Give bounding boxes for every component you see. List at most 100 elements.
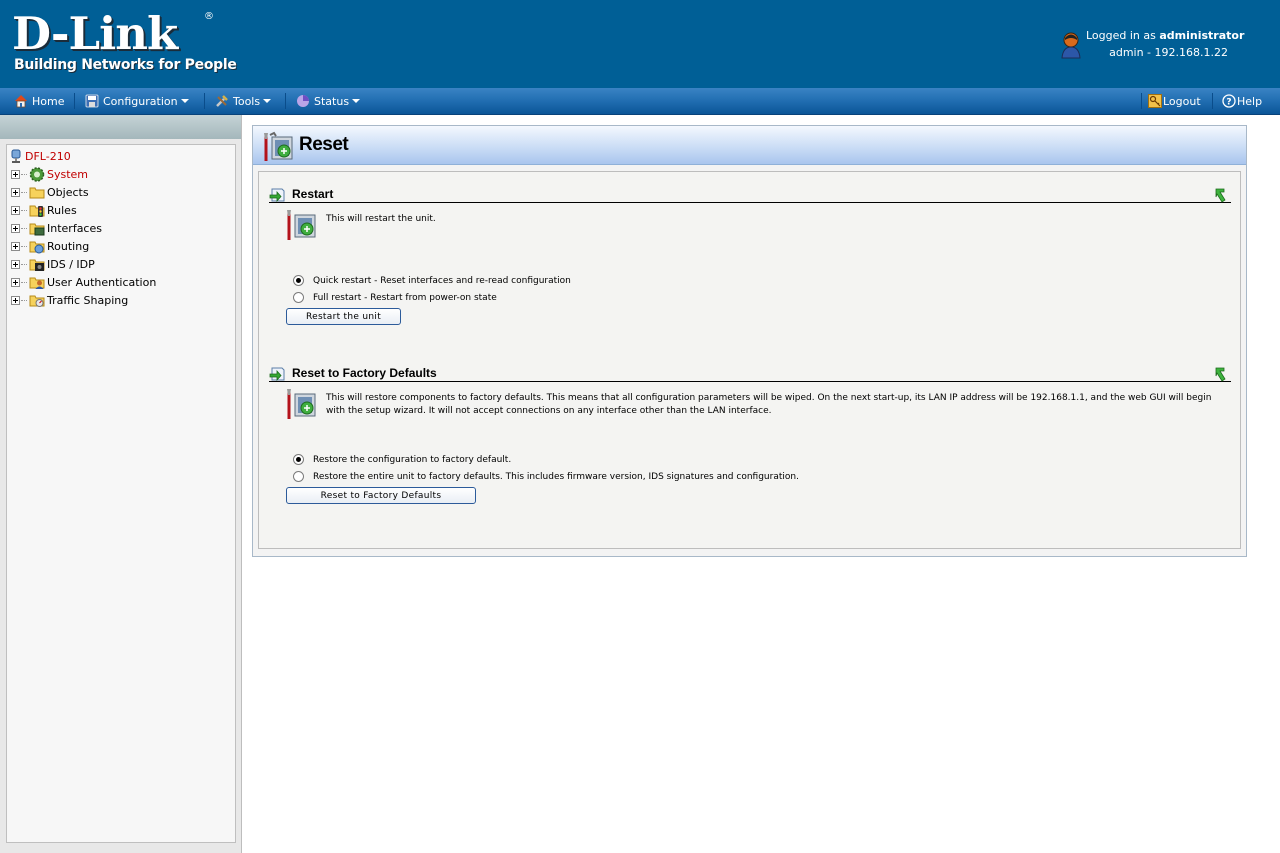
logo-tagline: Building Networks for People xyxy=(14,57,237,73)
tree-item-traffic-shaping[interactable]: Traffic Shaping xyxy=(7,291,235,309)
tree-item-label: IDS / IDP xyxy=(47,257,95,271)
menu-configuration[interactable]: Configuration xyxy=(85,88,189,114)
restore-config-option[interactable]: Restore the configuration to factory def… xyxy=(293,454,511,465)
page-title: Reset xyxy=(299,134,349,155)
registered-mark: ® xyxy=(204,11,214,22)
menu-tools-label: Tools xyxy=(233,94,261,108)
logo-brand: D-Link xyxy=(12,7,178,60)
panel-title-bar: Reset xyxy=(253,126,1246,165)
menu-configuration-label: Configuration xyxy=(103,94,178,108)
tree-item-label: Routing xyxy=(47,239,90,253)
expand-icon[interactable] xyxy=(11,205,20,215)
navigation-tree[interactable]: DFL-210 System Objects Rules Interfaces … xyxy=(6,144,236,843)
gear-icon xyxy=(29,166,45,182)
left-navigation-pane: DFL-210 System Objects Rules Interfaces … xyxy=(0,115,242,853)
login-prefix: Logged in as xyxy=(1086,29,1156,42)
menu-logout[interactable]: Logout xyxy=(1148,88,1201,114)
factory-description: This will restore components to factory … xyxy=(326,393,1212,416)
reset-factory-defaults-button[interactable]: Reset to Factory Defaults xyxy=(286,487,476,504)
device-icon xyxy=(11,149,21,163)
menu-separator xyxy=(285,93,286,109)
factory-heading: Reset to Factory Defaults xyxy=(292,366,437,380)
full-restart-option[interactable]: Full restart - Restart from power-on sta… xyxy=(293,292,497,303)
back-to-top-icon[interactable] xyxy=(1213,366,1227,382)
home-icon xyxy=(15,95,27,108)
tree-item-user-authentication[interactable]: User Authentication xyxy=(7,273,235,291)
header-bar: D-Link ® Building Networks for People Lo… xyxy=(0,0,1280,88)
login-info: Logged in as administrator admin - 192.1… xyxy=(1086,29,1244,59)
traffic-shaping-folder-icon xyxy=(29,295,45,307)
user-auth-folder-icon xyxy=(29,277,45,289)
expand-icon[interactable] xyxy=(11,223,20,233)
expand-icon[interactable] xyxy=(11,277,20,287)
quick-restart-label: Quick restart - Reset interfaces and re-… xyxy=(313,275,571,286)
restore-config-label: Restore the configuration to factory def… xyxy=(313,454,512,465)
restart-heading: Restart xyxy=(292,187,334,201)
reset-panel: Reset Restart This will restart the unit… xyxy=(252,125,1247,557)
svg-text:?: ? xyxy=(1226,98,1231,108)
tree-item-label: Traffic Shaping xyxy=(47,293,129,307)
status-pie-icon xyxy=(297,95,309,107)
save-disk-icon xyxy=(85,94,99,108)
expand-icon[interactable] xyxy=(11,169,20,179)
menu-status[interactable]: Status xyxy=(296,88,361,114)
navigation-pane-header xyxy=(0,115,241,139)
tree-item-interfaces[interactable]: Interfaces xyxy=(7,219,235,237)
quick-restart-radio[interactable] xyxy=(293,275,304,286)
tree-item-routing[interactable]: Routing xyxy=(7,237,235,255)
tree-item-label: Interfaces xyxy=(47,221,102,235)
restore-unit-radio[interactable] xyxy=(293,471,304,482)
expand-icon[interactable] xyxy=(11,259,20,269)
menu-separator xyxy=(1141,93,1142,109)
restart-tools-icon xyxy=(287,210,316,240)
restart-unit-button[interactable]: Restart the unit xyxy=(286,308,401,325)
ids-folder-icon xyxy=(29,259,45,271)
tree-item-system[interactable]: System xyxy=(7,165,235,183)
quick-restart-option[interactable]: Quick restart - Reset interfaces and re-… xyxy=(293,275,571,286)
full-restart-label: Full restart - Restart from power-on sta… xyxy=(313,292,497,303)
chevron-down-icon xyxy=(180,99,189,103)
menu-separator xyxy=(204,93,205,109)
tree-item-ids-idp[interactable]: IDS / IDP xyxy=(7,255,235,273)
help-icon: ? xyxy=(1222,94,1236,108)
menu-help-label: Help xyxy=(1237,94,1263,108)
factory-section-header: Reset to Factory Defaults xyxy=(269,360,1231,382)
menu-logout-label: Logout xyxy=(1163,94,1201,108)
user-icon xyxy=(1061,32,1081,59)
tree-root-device[interactable]: DFL-210 xyxy=(7,147,235,165)
panel-content: Restart This will restart the unit. Quic… xyxy=(258,171,1241,549)
expand-icon[interactable] xyxy=(11,187,20,197)
full-restart-radio[interactable] xyxy=(293,292,304,303)
chevron-down-icon xyxy=(263,99,272,103)
menu-home-label: Home xyxy=(32,94,65,108)
folder-icon xyxy=(29,187,45,198)
tools-icon xyxy=(216,95,228,107)
menu-separator xyxy=(74,93,75,109)
interfaces-folder-icon xyxy=(29,223,45,235)
rules-folder-icon xyxy=(29,205,45,217)
session-info: admin - 192.168.1.22 xyxy=(1109,46,1228,59)
routing-folder-icon xyxy=(29,241,45,253)
tree-item-objects[interactable]: Objects xyxy=(7,183,235,201)
factory-tools-icon xyxy=(287,389,316,419)
tree-item-rules[interactable]: Rules xyxy=(7,201,235,219)
tree-item-label: Objects xyxy=(47,185,89,199)
key-icon xyxy=(1148,94,1162,108)
menu-help[interactable]: ? Help xyxy=(1222,88,1262,114)
menu-tools[interactable]: Tools xyxy=(215,88,272,114)
section-arrow-icon xyxy=(269,367,285,381)
maintenance-tools-icon xyxy=(264,131,293,161)
restore-config-radio[interactable] xyxy=(293,454,304,465)
tree-item-label: Rules xyxy=(47,203,77,217)
expand-icon[interactable] xyxy=(11,295,20,305)
tree-item-label: User Authentication xyxy=(47,275,157,289)
restore-unit-label: Restore the entire unit to factory defau… xyxy=(313,471,799,482)
tree-root-label: DFL-210 xyxy=(25,149,71,163)
expand-icon[interactable] xyxy=(11,241,20,251)
back-to-top-icon[interactable] xyxy=(1213,187,1227,203)
login-user: administrator xyxy=(1159,29,1245,42)
dlink-logo: D-Link ® Building Networks for People xyxy=(12,7,237,78)
tree-item-label: System xyxy=(47,167,89,181)
menu-home[interactable]: Home xyxy=(14,88,64,114)
restore-unit-option[interactable]: Restore the entire unit to factory defau… xyxy=(293,471,799,482)
